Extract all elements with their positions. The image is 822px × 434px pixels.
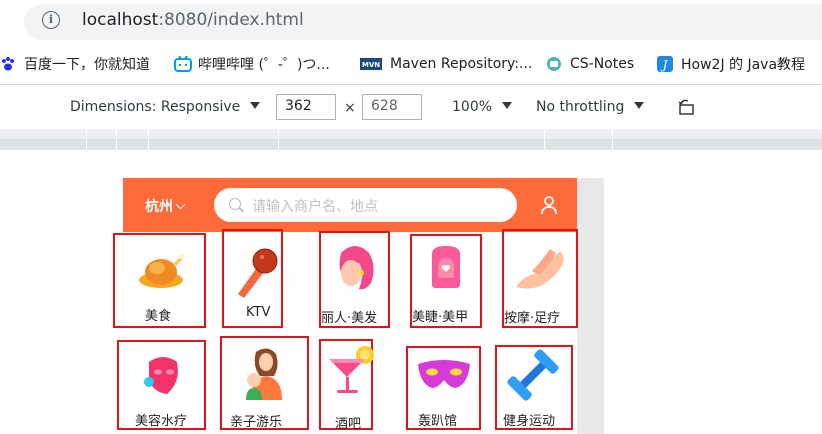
category-label: 亲子游乐	[230, 415, 283, 430]
city-label: 杭州	[145, 199, 173, 215]
category-label: 美食	[145, 309, 172, 324]
bookmark-bilibili[interactable]: 哔哩哔哩 (゜-゜)つ...	[174, 54, 330, 74]
foot-massage-icon	[516, 249, 564, 289]
search-input[interactable]: 请输入商户名、地点	[214, 188, 517, 222]
category-item-hair-salon[interactable]: 丽人·美发	[319, 231, 390, 328]
bookmark-label: Maven Repository:...	[390, 56, 533, 72]
hair-woman-icon	[339, 246, 374, 290]
throttling-dropdown[interactable]: No throttling	[536, 99, 645, 115]
address-bar: i localhost:8080/index.html	[0, 0, 822, 44]
nail-icon	[432, 246, 460, 288]
category-item-bar[interactable]: 酒吧	[319, 339, 374, 432]
microphone-icon	[238, 248, 278, 298]
url-text[interactable]: localhost:8080/index.html	[82, 10, 304, 30]
cs-notes-icon	[546, 56, 562, 72]
city-selector[interactable]: 杭州	[145, 196, 186, 216]
category-item-party-hall[interactable]: 轰趴馆	[406, 346, 481, 430]
roast-chicken-icon	[139, 253, 185, 288]
category-item-parent-child[interactable]: 亲子游乐	[220, 336, 309, 430]
bookmark-baidu[interactable]: 百度一下，你就知道	[0, 54, 150, 74]
width-input[interactable]: 362	[276, 94, 336, 120]
category-item-massage[interactable]: 按摩·足疗	[502, 229, 578, 328]
site-info-icon[interactable]: i	[42, 11, 60, 29]
bilibili-icon	[174, 55, 192, 72]
bookmark-label: 百度一下，你就知道	[24, 57, 150, 73]
category-item-food[interactable]: 美食	[113, 233, 206, 328]
svg-text:J: J	[660, 58, 669, 72]
chevron-down-icon	[250, 102, 261, 109]
bookmark-label: 哔哩哔哩 (゜-゜)つ...	[198, 57, 330, 73]
ruler-tick	[116, 129, 117, 150]
rotate-icon[interactable]	[678, 98, 696, 116]
bookmarks-bar: 百度一下，你就知道 哔哩哔哩 (゜-゜)つ... MVN Maven Repos…	[0, 44, 822, 85]
zoom-label: 100%	[452, 99, 493, 115]
parent-child-icon	[246, 348, 282, 400]
ruler-tick	[278, 129, 279, 150]
chevron-down-icon	[175, 199, 186, 210]
category-item-lashes-nails[interactable]: 美睫·美甲	[410, 234, 482, 328]
url-host: localhost	[82, 10, 159, 30]
chevron-down-icon	[502, 102, 513, 109]
search-icon	[229, 198, 241, 210]
category-label: 美容水疗	[135, 414, 188, 429]
bookmark-label: CS-Notes	[570, 56, 635, 72]
ruler-tick	[86, 129, 87, 150]
url-path: :8080/index.html	[158, 10, 304, 30]
bookmark-how2j[interactable]: J How2J 的 Java教程	[657, 54, 805, 74]
category-item-fitness[interactable]: 健身运动	[495, 345, 573, 430]
svg-text:MVN: MVN	[362, 61, 380, 69]
category-label: 美睫·美甲	[412, 310, 469, 325]
dimensions-label: Dimensions: Responsive	[70, 99, 241, 115]
search-placeholder: 请输入商户名、地点	[252, 199, 378, 215]
ruler-tick	[148, 129, 149, 150]
ruler-tick	[544, 129, 545, 150]
throttling-label: No throttling	[536, 99, 625, 115]
bookmark-cs-notes[interactable]: CS-Notes	[546, 54, 634, 74]
page-scrollbar[interactable]	[577, 178, 604, 434]
dumbbell-icon	[507, 349, 559, 401]
app-header: 杭州 请输入商户名、地点	[123, 178, 577, 232]
dimension-separator: ×	[344, 100, 356, 116]
how2j-icon: J	[657, 56, 673, 72]
media-query-ruler	[0, 129, 822, 150]
baidu-icon	[0, 56, 16, 72]
app-page: 杭州 请输入商户名、地点 美食 KTV 丽人·美发 美睫·美甲 按摩·足疗 美容…	[113, 178, 578, 434]
ruler-band	[0, 129, 822, 139]
category-label: 丽人·美发	[321, 311, 378, 326]
bookmark-label: How2J 的 Java教程	[681, 57, 806, 73]
category-item-ktv[interactable]: KTV	[222, 229, 283, 328]
bookmark-maven[interactable]: MVN Maven Repository:...	[360, 54, 532, 74]
chevron-down-icon	[634, 102, 645, 109]
height-input[interactable]: 628	[362, 94, 422, 120]
category-label: KTV	[246, 305, 271, 320]
user-icon[interactable]	[540, 195, 558, 215]
category-label: 健身运动	[503, 414, 556, 429]
party-mask-icon	[418, 360, 470, 388]
category-item-spa[interactable]: 美容水疗	[117, 340, 206, 430]
cocktail-icon	[329, 346, 374, 393]
category-label: 酒吧	[335, 417, 362, 432]
device-toolbar: Dimensions: Responsive 362 × 628 100% No…	[0, 85, 822, 130]
category-label: 按摩·足疗	[504, 311, 561, 326]
face-mask-icon	[144, 357, 178, 394]
maven-icon: MVN	[360, 56, 382, 72]
ruler-tick	[612, 129, 613, 150]
zoom-dropdown[interactable]: 100%	[452, 99, 513, 115]
dimensions-dropdown[interactable]: Dimensions: Responsive	[70, 99, 261, 115]
category-label: 轰趴馆	[418, 414, 458, 429]
